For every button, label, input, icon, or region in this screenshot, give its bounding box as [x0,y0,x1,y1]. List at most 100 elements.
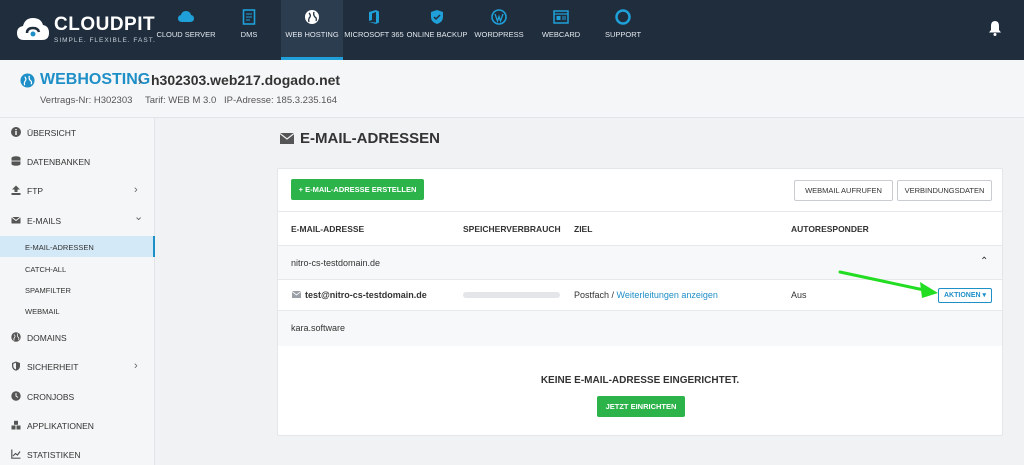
sidebar-subitem-e-mail-adressen[interactable]: E-MAIL-ADRESSEN [0,236,155,257]
connection-data-button[interactable]: VERBINDUNGSDATEN [897,180,992,201]
sidebar-subitem-webmail[interactable]: WEBMAIL [0,300,155,321]
storage-usage-bar [463,292,560,298]
cloudpit-logo[interactable]: CLOUDPIT SIMPLE. FLEXIBLE. FAST. [16,12,155,48]
breadcrumb-host: h302303.web217.dogado.net [151,72,341,88]
wordpress-icon [491,9,507,25]
table-header: E-MAIL-ADRESSE SPEICHERVERBRAUCH ZIEL AU… [278,211,1002,245]
sidebar-item-uebersicht[interactable]: ÜBERSICHT [0,118,155,147]
sidebar-subitem-label: SPAMFILTER [25,286,71,295]
domain-name: nitro-cs-testdomain.de [291,258,381,268]
nav-online-backup[interactable]: ONLINE BACKUP [406,0,468,60]
info-icon [11,127,21,137]
sidebar-subitem-spamfilter[interactable]: SPAMFILTER [0,279,155,300]
tariff: Tarif: WEB M 3.0 [145,95,217,106]
domain-group-row[interactable]: kara.software [278,310,1002,346]
autoresponder-status: Aus [791,290,807,300]
nav-label: ONLINE BACKUP [406,30,468,39]
column-header: SPEICHERVERBRAUCH [463,224,561,234]
column-header: ZIEL [574,224,593,234]
sidebar-item-label: E-MAILS [27,216,62,226]
nav-label: MICROSOFT 365 [344,30,404,39]
page-header: WEBHOSTING › h302303.web217.dogado.net V… [0,60,1024,118]
target-cell: Postfach / Weiterleitungen anzeigen [574,290,718,300]
chevron-up-icon[interactable]: ⌃ [980,256,988,267]
shield-icon [12,361,20,371]
nav-label: WORDPRESS [474,30,524,39]
page-title: E-MAIL-ADRESSEN [280,130,440,147]
nav-cloud-server[interactable]: CLOUD SERVER [155,0,217,60]
office-icon [369,10,379,24]
top-navigation-bar: CLOUDPIT SIMPLE. FLEXIBLE. FAST. CLOUD S… [0,0,1024,60]
envelope-icon [11,216,21,224]
globe-icon [11,332,21,342]
nav-wordpress[interactable]: WORDPRESS [468,0,530,60]
column-header: E-MAIL-ADRESSE [291,224,365,234]
chevron-right-icon: › [138,73,143,88]
brand-tagline: SIMPLE. FLEXIBLE. FAST. [54,37,156,44]
sidebar-item-label: DOMAINS [27,333,67,343]
shield-icon [431,10,443,24]
ip-address: IP-Adresse: 185.3.235.164 [224,95,338,106]
chevron-right-icon: › [134,360,138,372]
sidebar-item-statistiken[interactable]: STATISTIKEN [0,440,155,465]
setup-now-button[interactable]: JETZT EINRICHTEN [597,396,685,417]
column-header: AUTORESPONDER [791,224,869,234]
sidebar-item-datenbanken[interactable]: DATENBANKEN [0,147,155,176]
sidebar-item-label: FTP [27,186,44,196]
sidebar-subitem-catch-all[interactable]: CATCH-ALL [0,258,155,279]
globe-icon [20,73,35,88]
sidebar-subitem-label: CATCH-ALL [25,265,67,274]
nav-label: SUPPORT [604,30,642,39]
create-email-address-button[interactable]: + E-MAIL-ADRESSE ERSTELLEN [291,179,424,200]
sidebar-item-label: APPLIKATIONEN [27,421,94,431]
document-icon [242,9,256,25]
sidebar-item-domains[interactable]: DOMAINS [0,323,155,352]
target-mailbox: Postfach / [574,290,617,300]
chevron-right-icon: › [134,184,138,196]
sidebar-item-label: CRONJOBS [27,392,75,402]
cloud-logo-icon [17,18,49,40]
breadcrumb-webhosting[interactable]: WEBHOSTING [40,71,150,89]
email-addresses-card: + E-MAIL-ADRESSE ERSTELLEN WEBMAIL AUFRU… [277,168,1003,436]
nav-label: WEBCARD [541,30,581,39]
sidebar-item-ftp[interactable]: FTP › [0,176,155,205]
nav-web-hosting[interactable]: WEB HOSTING [281,0,343,60]
page-title-text: E-MAIL-ADRESSEN [300,130,441,147]
cloud-icon [178,11,194,22]
nav-microsoft-365[interactable]: MICROSOFT 365 [342,0,406,60]
sidebar-item-e-mails[interactable]: E-MAILS ⌄ [0,206,155,235]
webcard-icon [553,10,569,24]
empty-state-message: KEINE E-MAIL-ADRESSE EINGERICHTET. [540,375,740,386]
upload-icon [11,185,21,195]
chart-icon [11,449,21,459]
cubes-icon [11,420,21,430]
globe-icon [305,10,319,24]
sidebar: ÜBERSICHT DATENBANKEN FTP › E-MAILS ⌄ E-… [0,118,155,465]
show-forwardings-link[interactable]: Weiterleitungen anzeigen [617,290,718,300]
contract-number: Vertrags-Nr: H302303 [40,95,133,106]
envelope-icon [280,133,294,144]
nav-support[interactable]: SUPPORT [592,0,654,60]
nav-webcard[interactable]: WEBCARD [530,0,592,60]
bell-icon[interactable] [988,20,1002,36]
sidebar-item-label: SICHERHEIT [27,362,79,372]
nav-label: DMS [240,30,258,39]
chevron-down-icon: ⌄ [134,211,144,223]
sidebar-item-applikationen[interactable]: APPLIKATIONEN [0,411,155,440]
sidebar-item-cronjobs[interactable]: CRONJOBS [0,382,155,411]
email-address: test@nitro-cs-testdomain.de [305,290,427,300]
sidebar-item-label: DATENBANKEN [27,157,91,167]
sidebar-item-label: STATISTIKEN [27,450,81,460]
sidebar-subitem-label: E-MAIL-ADRESSEN [25,243,94,252]
sidebar-item-sicherheit[interactable]: SICHERHEIT › [0,352,155,381]
nav-label: CLOUD SERVER [156,30,216,39]
database-icon [11,156,21,166]
nav-dms[interactable]: DMS [218,0,280,60]
clock-icon [11,391,21,401]
envelope-icon [292,291,301,298]
annotation-arrow [838,270,938,298]
webmail-open-button[interactable]: WEBMAIL AUFRUFEN [794,180,893,201]
domain-name: kara.software [291,323,346,333]
actions-dropdown-button[interactable]: AKTIONEN ▾ [938,288,992,303]
sidebar-item-label: ÜBERSICHT [27,128,77,138]
